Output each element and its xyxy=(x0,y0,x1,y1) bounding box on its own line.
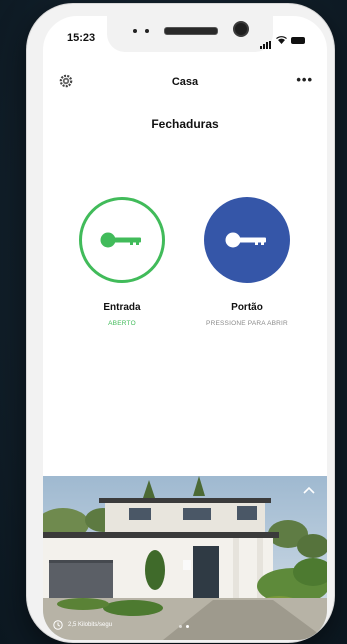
status-icons xyxy=(260,31,305,49)
more-icon[interactable]: ••• xyxy=(296,72,313,87)
key-icon xyxy=(225,232,266,248)
battery-icon xyxy=(291,36,305,44)
speaker-grille xyxy=(164,27,218,35)
status-time: 15:23 xyxy=(67,32,96,44)
sensor-dot xyxy=(145,29,149,33)
page-dot xyxy=(179,625,182,628)
lock-button-entrada[interactable] xyxy=(79,197,165,283)
phone-notch xyxy=(107,16,273,52)
phone-frame: 15:23 Casa ••• Fechaduras Entrada ABERTO… xyxy=(27,4,334,642)
lock-name-portao: Portão xyxy=(231,302,263,313)
camera-feed[interactable]: 2,5 Kilobits/segu xyxy=(43,476,327,640)
page-title: Casa xyxy=(171,76,199,88)
lock-name-entrada: Entrada xyxy=(103,302,141,313)
sensor-dot xyxy=(133,29,137,33)
app-screen: 15:23 Casa ••• Fechaduras Entrada ABERTO… xyxy=(43,16,327,640)
camera-caption: 2,5 Kilobits/segu xyxy=(53,620,112,630)
house-camera-image xyxy=(43,476,327,640)
lock-status-entrada: ABERTO xyxy=(108,320,136,327)
key-icon xyxy=(100,232,141,248)
camera-bitrate: 2,5 Kilobits/segu xyxy=(68,622,113,628)
section-title: Fechaduras xyxy=(151,117,219,131)
page-dot-active xyxy=(186,625,189,628)
wifi-icon xyxy=(276,36,287,44)
clock-icon[interactable] xyxy=(53,620,63,630)
front-camera xyxy=(233,21,249,37)
app-header: Casa ••• xyxy=(43,72,327,96)
chevron-up-icon[interactable] xyxy=(303,486,315,494)
lock-status-portao: PRESSIONE PARA ABRIR xyxy=(206,320,288,327)
lock-button-portao[interactable] xyxy=(204,197,290,283)
signal-icon xyxy=(260,31,272,49)
page-indicator xyxy=(179,625,189,628)
